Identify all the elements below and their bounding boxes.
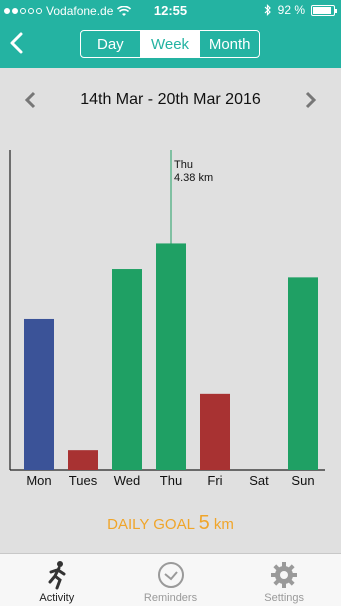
x-tick-label: Wed	[114, 473, 141, 488]
x-tick-label: Sat	[249, 473, 269, 488]
selection-day-label: Thu	[174, 159, 193, 171]
tab-activity[interactable]: Activity	[0, 554, 114, 606]
segment-month[interactable]: Month	[199, 31, 259, 57]
tab-bar: Activity Reminders Settings	[0, 553, 341, 606]
segment-week[interactable]: Week	[139, 31, 200, 57]
x-tick-label: Mon	[26, 473, 51, 488]
week-navigator: 14th Mar - 20th Mar 2016	[0, 86, 341, 114]
tab-activity-label: Activity	[39, 592, 75, 604]
daily-goal-value: 5	[198, 512, 210, 534]
app-header: Vodafone.de 12:55 92 % Day Week Month	[0, 0, 341, 68]
daily-goal-label: DAILY GOAL	[107, 516, 195, 533]
chevron-left-icon	[10, 32, 23, 54]
tab-reminders[interactable]: Reminders	[114, 554, 228, 606]
x-tick-label: Thu	[160, 473, 182, 488]
tab-settings[interactable]: Settings	[227, 554, 341, 606]
bar-sun[interactable]	[288, 277, 318, 470]
battery-percent: 92 %	[277, 3, 305, 17]
tab-reminders-label: Reminders	[143, 592, 198, 604]
next-week-button[interactable]	[301, 90, 319, 110]
bar-tues[interactable]	[68, 450, 98, 470]
x-tick-label: Sun	[291, 473, 314, 488]
bar-wed[interactable]	[112, 269, 142, 470]
bar-mon[interactable]	[24, 318, 54, 470]
selection-value-label: 4.38 km	[174, 172, 213, 184]
period-selector: Day Week Month	[80, 30, 260, 58]
chevron-right-icon	[305, 91, 317, 109]
battery-icon	[311, 4, 337, 16]
x-tick-label: Fri	[207, 473, 222, 488]
daily-goal: DAILY GOAL 5 km	[0, 512, 341, 535]
week-range-label: 14th Mar - 20th Mar 2016	[80, 91, 261, 108]
bar-thu[interactable]	[156, 243, 186, 470]
segment-day[interactable]: Day	[81, 31, 140, 57]
status-right: 92 %	[264, 3, 337, 17]
status-bar: Vodafone.de 12:55 92 %	[0, 0, 341, 22]
bluetooth-icon	[264, 4, 271, 16]
daily-goal-unit: km	[213, 516, 234, 533]
tab-settings-label: Settings	[264, 592, 305, 604]
bar-fri[interactable]	[200, 393, 230, 470]
clock-icon	[157, 562, 184, 588]
gear-icon	[271, 562, 298, 588]
back-button[interactable]	[6, 30, 28, 56]
weekly-distance-chart: Mon Tues Wed Thu Fri Sat SunThu4.38 km	[9, 150, 325, 488]
runner-icon	[48, 561, 66, 590]
x-tick-label: Tues	[69, 473, 98, 488]
